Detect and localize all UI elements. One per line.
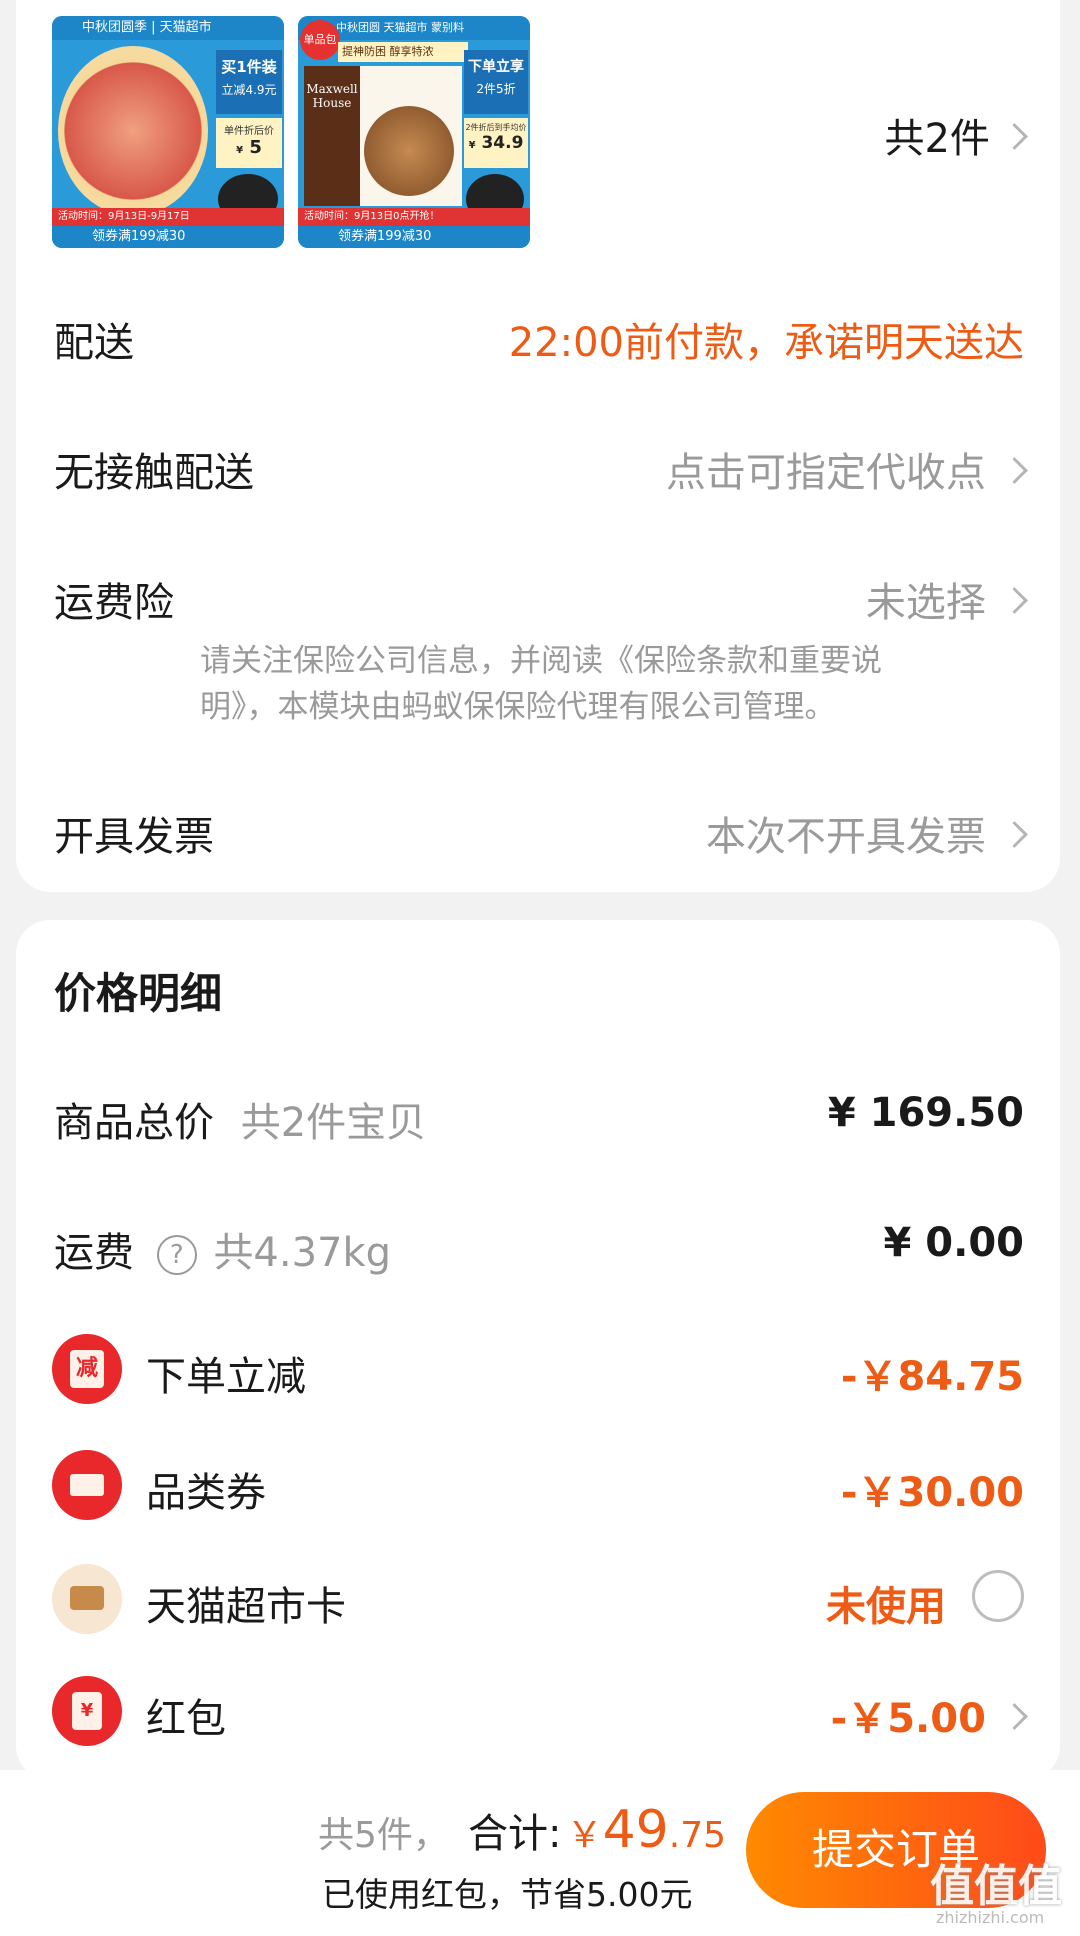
shipping-insurance-label: 运费险	[54, 580, 174, 626]
free-shipping-badge: 单品包邮	[300, 20, 340, 86]
total-summary: 共5件， 合计: ￥49.75	[318, 1800, 726, 1860]
price-label: 2件折后到手均价	[465, 123, 527, 132]
chevron-right-icon	[1001, 123, 1028, 150]
promo-box: 下单立享 2件5折	[464, 50, 528, 114]
watermark-logo: 值值值	[930, 1861, 1062, 1912]
shipping-row: 运费 ? 共4.37kg	[54, 1220, 391, 1278]
promo-box: 买1件装 立减4.9元	[216, 50, 282, 114]
instant-discount-value: -￥84.75	[840, 1354, 1024, 1400]
shipping-insurance-selector[interactable]: 未选择	[865, 570, 1028, 628]
red-packet-icon: ¥	[52, 1676, 122, 1746]
insurance-notice-line1: 请关注保险公司信息，并阅读《保险条款和重要说	[200, 643, 882, 679]
shipping-insurance-value: 未选择	[865, 580, 986, 626]
total-decimal: .75	[668, 1815, 727, 1856]
slogan: 提神防困 醇享特浓	[338, 42, 468, 62]
price-detail-card: 价格明细 商品总价 共2件宝贝 ¥ 169.50 运费 ? 共4.37kg ¥ …	[16, 920, 1060, 1780]
contactless-delivery-selector[interactable]: 点击可指定代收点	[665, 440, 1028, 498]
shipping-label: 运费	[54, 1230, 134, 1276]
product-count-link[interactable]: 共2件	[884, 106, 1028, 164]
saving-note: 已使用红包，节省5.00元	[322, 1875, 693, 1914]
product-thumbnail-2[interactable]: 中秋团圆 天猫超市 蒙别料 单品包邮 提神防困 醇享特浓 Maxwell Hou…	[298, 16, 530, 248]
total-currency: ￥	[566, 1815, 603, 1856]
coupon-ticket-icon	[52, 1450, 122, 1520]
promo-title: 买1件装	[221, 58, 277, 76]
category-coupon-label: 品类券	[146, 1470, 266, 1516]
price-box: 单件折后价 ¥ 5	[216, 118, 282, 168]
maxwell-logo: Maxwell House	[304, 66, 360, 206]
delivery-promise: 22:00前付款，承诺明天送达	[508, 320, 1024, 366]
coffee-cup-image	[364, 106, 454, 196]
chevron-right-icon	[1001, 821, 1028, 848]
invoice-value: 本次不开具发票	[705, 814, 986, 860]
coupon-text: 领券满199减30	[52, 226, 284, 248]
price-value: ¥ 5	[236, 137, 262, 158]
total-integer: 49	[602, 1800, 669, 1860]
subtotal-row: 商品总价 共2件宝贝	[54, 1090, 426, 1148]
instant-discount-label: 下单立减	[146, 1354, 306, 1400]
order-info-card: 中秋团圆季 | 天猫超市 买1件装 立减4.9元 单件折后价 ¥ 5 活动时间：…	[16, 0, 1060, 892]
invoice-selector[interactable]: 本次不开具发票	[705, 804, 1028, 862]
product-thumbnail-1[interactable]: 中秋团圆季 | 天猫超市 买1件装 立减4.9元 单件折后价 ¥ 5 活动时间：…	[52, 16, 284, 248]
red-packet-selector[interactable]: -￥5.00	[830, 1686, 1028, 1744]
total-label: 合计:	[468, 1811, 562, 1857]
delivery-label: 配送	[54, 320, 134, 366]
card-icon	[52, 1564, 122, 1634]
chevron-right-icon	[1001, 457, 1028, 484]
product-count-label: 共2件	[884, 116, 990, 162]
discount-icon: 减	[52, 1334, 122, 1404]
red-packet-value: -￥5.00	[830, 1696, 986, 1742]
help-icon[interactable]: ?	[156, 1235, 197, 1275]
coupon-text: 领券满199减30	[298, 226, 530, 248]
red-packet-label: 红包	[146, 1696, 226, 1742]
contactless-delivery-value: 点击可指定代收点	[665, 450, 986, 496]
insurance-notice-line2: 明》，本模块由蚂蚁保保险代理有限公司管理。	[200, 689, 836, 725]
subtotal-value: ¥ 169.50	[827, 1090, 1024, 1136]
thumb-header: 中秋团圆季 | 天猫超市	[52, 16, 284, 40]
activity-time: 活动时间：9月13日0点开抢！	[298, 208, 530, 226]
food-image	[58, 46, 208, 216]
promo-sub: 立减4.9元	[221, 83, 277, 97]
category-coupon-value[interactable]: -￥30.00	[841, 1460, 1024, 1518]
tmall-card-status: 未使用	[826, 1584, 946, 1630]
watermark-url: zhizhizhi.com	[936, 1908, 1045, 1927]
tmall-card-label: 天猫超市卡	[146, 1584, 346, 1630]
activity-time: 活动时间：9月13日-9月17日	[52, 208, 284, 226]
promo-title: 下单立享	[468, 59, 524, 75]
coffee-box: Maxwell House	[304, 66, 462, 206]
promo-sub: 2件5折	[476, 82, 516, 96]
shipping-weight: 共4.37kg	[213, 1230, 392, 1276]
shipping-value: ¥ 0.00	[883, 1220, 1024, 1266]
insurance-notice[interactable]: 请关注保险公司信息，并阅读《保险条款和重要说 明》，本模块由蚂蚁保保险代理有限公…	[200, 638, 882, 730]
tmall-card-radio[interactable]	[972, 1570, 1024, 1622]
subtotal-count: 共2件宝贝	[240, 1100, 427, 1146]
contactless-delivery-label: 无接触配送	[54, 450, 254, 496]
item-count: 共5件，	[318, 1815, 449, 1856]
price-value: ¥ 34.9	[468, 133, 524, 153]
chevron-right-icon	[1001, 587, 1028, 614]
chevron-right-icon	[1001, 1703, 1028, 1730]
subtotal-label: 商品总价	[54, 1100, 214, 1146]
price-label: 单件折后价	[224, 126, 274, 137]
price-detail-title: 价格明细	[54, 969, 223, 1018]
invoice-label: 开具发票	[54, 814, 214, 860]
price-box: 2件折后到手均价 ¥ 34.9	[464, 118, 528, 168]
